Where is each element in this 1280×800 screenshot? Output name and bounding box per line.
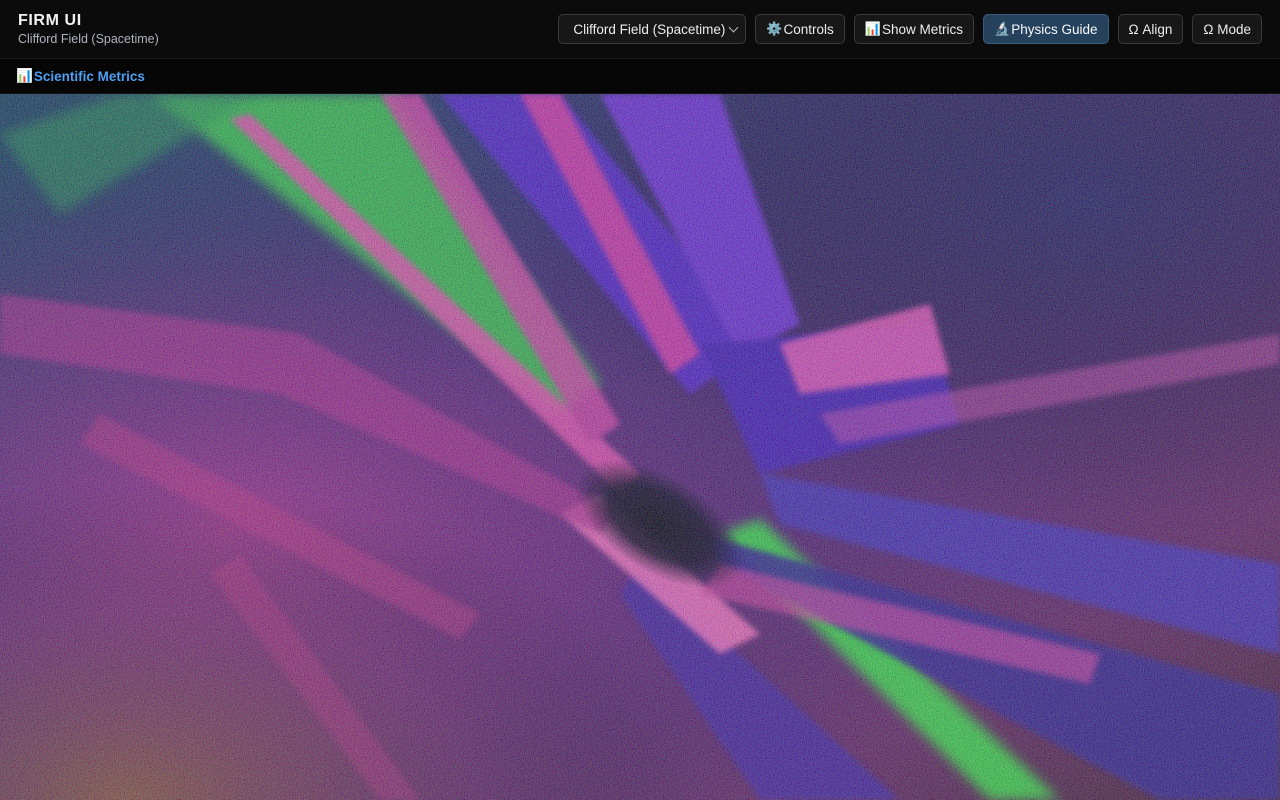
top-bar: FIRM UI Clifford Field (Spacetime) Cliff… (0, 0, 1280, 59)
omega-align-button-label: Ω Align (1128, 21, 1173, 37)
bar-chart-icon: 📊 (16, 68, 33, 83)
clifford-field-render (0, 94, 1280, 800)
chevron-down-icon (728, 22, 739, 32)
show-metrics-button-label: Show Metrics (881, 21, 964, 37)
microscope-icon: 🔬 (994, 21, 1011, 36)
app-title: FIRM UI (18, 12, 82, 29)
field-visualization-canvas[interactable] (0, 94, 1280, 800)
scientific-metrics-label: Scientific Metrics (33, 68, 145, 84)
metrics-bar: 📊 Scientific Metrics (0, 59, 1280, 94)
omega-mode-button-label: Ω Mode (1203, 21, 1251, 37)
controls-button[interactable]: ⚙️ Controls (755, 14, 845, 44)
field-mode-select[interactable]: Clifford Field (Spacetime) (558, 14, 747, 44)
controls-button-label: Controls (783, 21, 834, 37)
physics-guide-button[interactable]: 🔬 Physics Guide (983, 14, 1109, 44)
bar-chart-icon: 📊 (864, 21, 881, 36)
toolbar: Clifford Field (Spacetime) ⚙️ Controls 📊… (558, 14, 1262, 44)
scientific-metrics-toggle[interactable]: 📊 Scientific Metrics (16, 68, 145, 84)
field-grain-overlay (0, 94, 1280, 800)
physics-guide-button-label: Physics Guide (1011, 21, 1098, 37)
gear-icon: ⚙️ (766, 21, 783, 36)
brand: FIRM UI Clifford Field (Spacetime) (18, 11, 159, 47)
omega-align-button[interactable]: Ω Align (1117, 14, 1184, 44)
field-mode-select-value: Clifford Field (Spacetime) (573, 21, 726, 37)
app-subtitle: Clifford Field (Spacetime) (18, 32, 159, 46)
show-metrics-button[interactable]: 📊 Show Metrics (853, 14, 975, 44)
omega-mode-button[interactable]: Ω Mode (1192, 14, 1262, 44)
